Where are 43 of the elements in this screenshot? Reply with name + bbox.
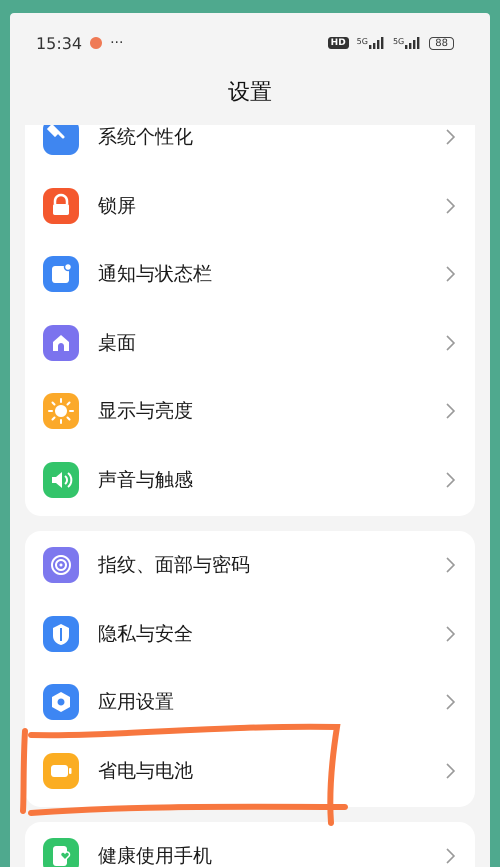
- settings-item[interactable]: 通知与状态栏: [25, 240, 475, 308]
- network-label: 5G: [392, 37, 404, 46]
- chevron-right-icon: [446, 266, 455, 282]
- chevron-right-icon: [446, 198, 455, 214]
- item-label: 桌面: [98, 330, 137, 356]
- network-label: 5G: [356, 37, 368, 46]
- chevron-right-icon: [446, 694, 455, 710]
- chevron-right-icon: [446, 334, 455, 351]
- more-indicator: ···: [110, 35, 124, 51]
- item-label: 显示与亮度: [98, 399, 194, 424]
- chevron-right-icon: [446, 557, 455, 574]
- item-label: 隐私与安全: [98, 622, 194, 647]
- signal-icon: [405, 37, 422, 49]
- chevron-right-icon: [446, 403, 455, 420]
- item-label: 应用设置: [98, 690, 175, 716]
- chevron-right-icon: [446, 848, 455, 864]
- item-label: 指纹、面部与密码: [98, 553, 251, 578]
- settings-item[interactable]: 健康使用手机: [25, 822, 475, 867]
- settings-item[interactable]: 系统个性化: [25, 125, 475, 172]
- chevron-right-icon: [446, 129, 455, 146]
- item-label: 省电与电池: [98, 758, 194, 784]
- clock-time: 15:34: [36, 34, 82, 52]
- battery-indicator: 88: [429, 36, 454, 50]
- chevron-right-icon: [446, 762, 455, 779]
- settings-item[interactable]: 应用设置: [25, 668, 475, 736]
- chevron-right-icon: [446, 472, 455, 488]
- item-label: 健康使用手机: [98, 844, 213, 867]
- item-label: 系统个性化: [98, 125, 194, 150]
- recording-icon: [90, 37, 102, 49]
- chevron-right-icon: [446, 626, 455, 642]
- settings-item[interactable]: 指纹、面部与密码: [25, 531, 475, 600]
- settings-item[interactable]: 锁屏: [25, 172, 475, 240]
- signal-icon: [368, 37, 385, 49]
- item-label: 锁屏: [98, 194, 137, 219]
- settings-item[interactable]: 桌面: [25, 308, 475, 377]
- hd-badge: HD: [328, 37, 349, 49]
- page-title: 设置: [228, 79, 272, 107]
- settings-item[interactable]: 声音与触感: [25, 446, 475, 514]
- item-label: 声音与触感: [98, 468, 194, 493]
- settings-item[interactable]: 隐私与安全: [25, 600, 475, 668]
- settings-item[interactable]: 显示与亮度: [25, 377, 475, 446]
- settings-item[interactable]: 省电与电池: [25, 736, 475, 805]
- item-label: 通知与状态栏: [98, 262, 213, 288]
